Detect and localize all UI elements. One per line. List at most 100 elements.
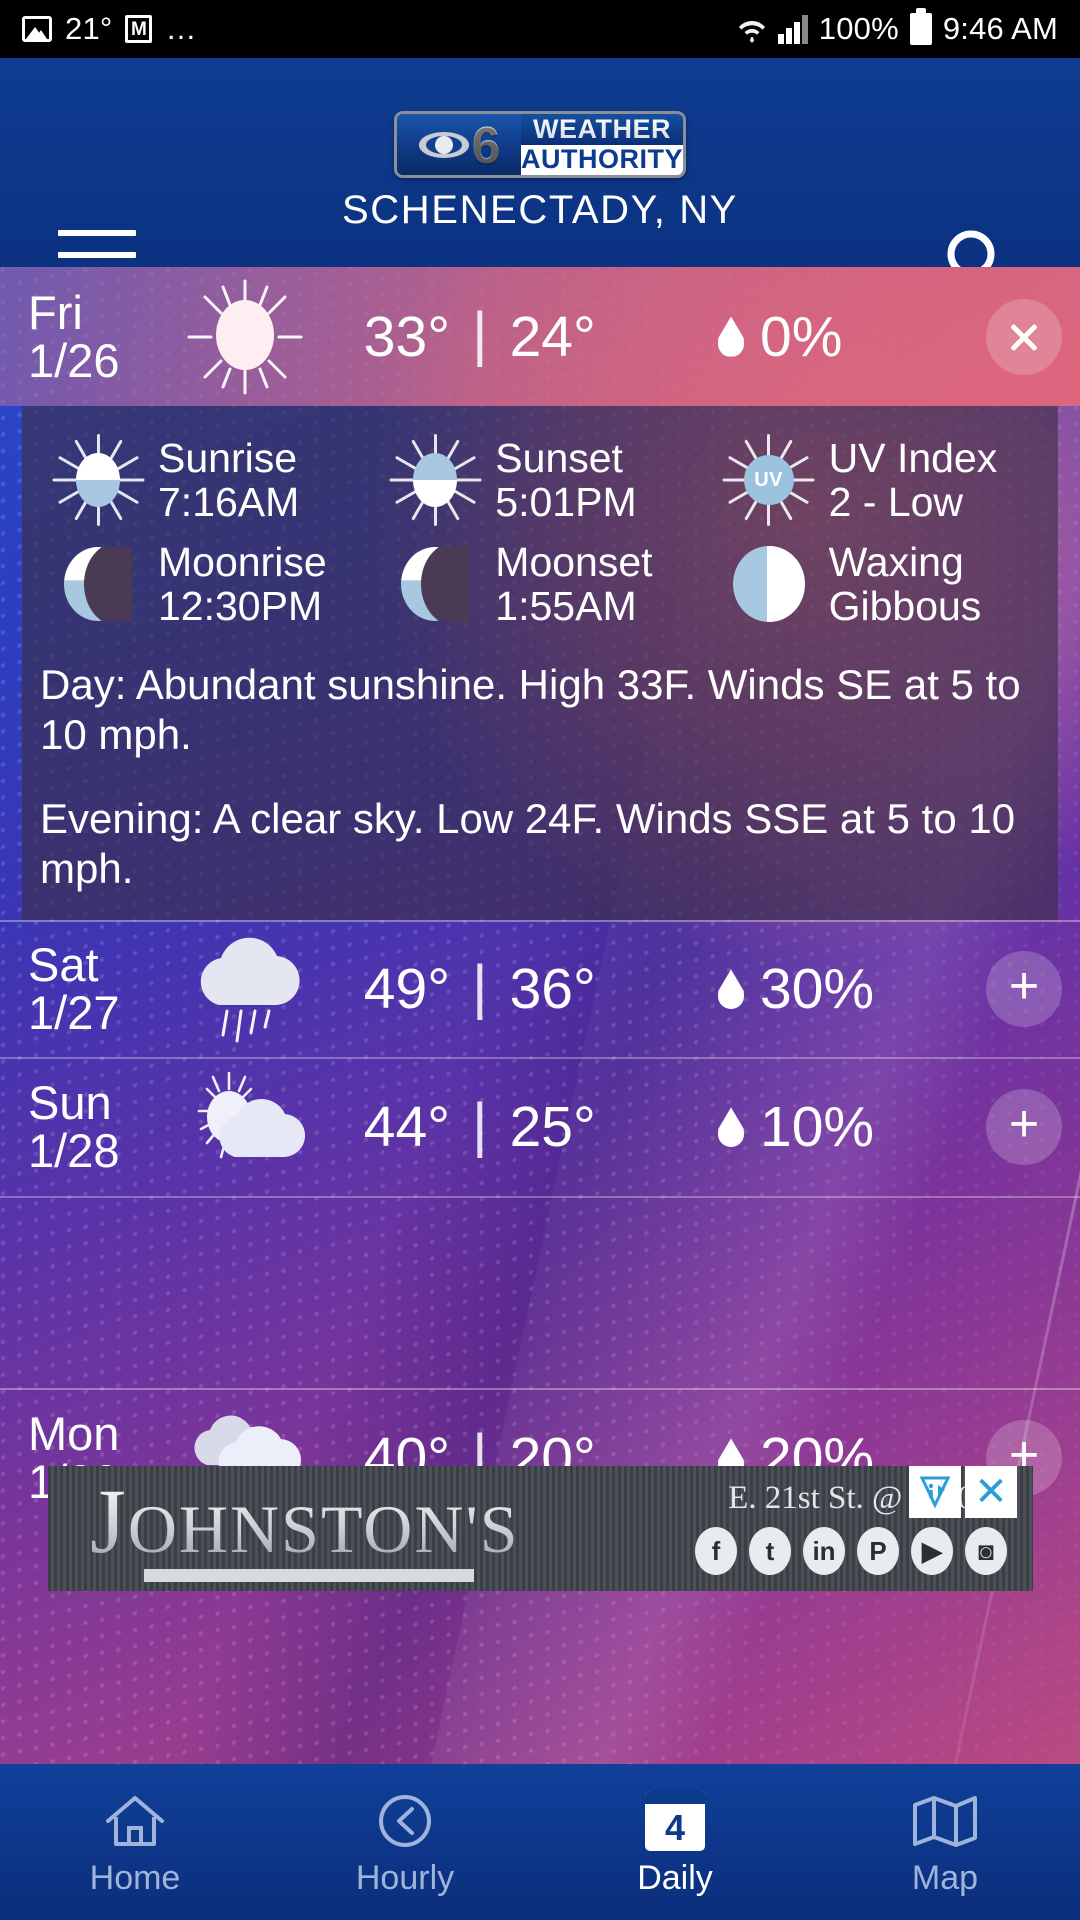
close-icon xyxy=(1007,320,1041,354)
ad-brand-rest: OHNSTON'S xyxy=(127,1491,520,1567)
forecast-day-text: Day: Abundant sunshine. High 33F. Winds … xyxy=(40,661,1021,758)
logo-channel-block: 6 xyxy=(397,114,521,175)
forecast-toggle-wrap xyxy=(968,298,1080,375)
forecast-low: 24° xyxy=(509,304,596,369)
astro-label: Waxing xyxy=(828,538,964,585)
astro-label: Sunset xyxy=(495,434,623,481)
water-drop-icon xyxy=(718,969,744,1009)
temp-separator: | xyxy=(472,1090,488,1158)
astro-text-moonset: Moonset 1:55AM xyxy=(495,539,652,629)
ad-brand-text: JOHNSTON'S xyxy=(90,1475,520,1567)
temp-separator: | xyxy=(472,952,488,1020)
location-label[interactable]: SCHENECTADY, NY xyxy=(0,188,1080,233)
sunset-icon xyxy=(389,434,482,526)
cbs6-weather-authority-logo: 6 WEATHER AUTHORITY xyxy=(394,111,686,178)
more-dots-icon: … xyxy=(165,11,199,47)
gmail-icon xyxy=(125,15,153,43)
forecast-row-sat[interactable]: Sat 1/27 49° | 36° 30% + xyxy=(0,919,1080,1059)
forecast-low: 36° xyxy=(509,957,596,1022)
sunny-icon xyxy=(170,277,320,397)
forecast-date-block: Fri 1/26 xyxy=(0,288,170,387)
home-icon xyxy=(104,1790,166,1852)
app-header: 6 WEATHER AUTHORITY SCHENECTADY, NY xyxy=(0,58,1080,297)
forecast-low: 25° xyxy=(509,1095,596,1160)
forecast-date-block: Sat 1/27 xyxy=(0,941,170,1037)
astro-value: 1:55AM xyxy=(495,583,637,629)
forecast-date-block: Sun 1/28 xyxy=(0,1079,170,1175)
nav-label-hourly: Hourly xyxy=(355,1858,455,1897)
moonset-icon xyxy=(389,538,481,630)
collapse-row-button[interactable] xyxy=(986,298,1062,375)
precip-percent: 30% xyxy=(760,957,875,1022)
advertisement-banner[interactable]: JOHNSTON'S E. 21st St. @ R 50 f t in P ▶… xyxy=(48,1466,1033,1591)
water-drop-icon xyxy=(718,317,744,357)
calendar-day-number: 4 xyxy=(664,1806,686,1848)
astro-cell-sunrise: Sunrise 7:16AM xyxy=(40,428,373,532)
moonrise-icon xyxy=(52,538,144,630)
nav-label-home: Home xyxy=(89,1858,181,1897)
forecast-high: 44° xyxy=(363,1095,450,1160)
forecast-row-sun[interactable]: Sun 1/28 44° | 25° 10% + xyxy=(0,1059,1080,1198)
nav-item-daily[interactable]: 4 Daily xyxy=(540,1764,810,1920)
logo-weather-row: WEATHER xyxy=(521,114,683,145)
forecast-narrative: Day: Abundant sunshine. High 33F. Winds … xyxy=(40,660,1040,894)
forecast-temps: 33° | 24° xyxy=(320,300,718,371)
expand-row-button[interactable]: + xyxy=(986,951,1062,1028)
bottom-navigation[interactable]: Home Hourly 4 Daily Map xyxy=(0,1764,1080,1920)
forecast-toggle-wrap: + xyxy=(968,1089,1080,1166)
clock-label: 9:46 AM xyxy=(942,11,1058,46)
precip-percent: 10% xyxy=(760,1095,875,1160)
nav-item-home[interactable]: Home xyxy=(0,1764,270,1920)
forecast-date: 1/28 xyxy=(28,1124,120,1178)
instagram-icon: ◙ xyxy=(965,1527,1007,1575)
astro-label: UV Index xyxy=(828,434,998,481)
precip-block: 10% xyxy=(718,1094,968,1160)
astro-value: 5:01PM xyxy=(495,479,637,525)
ad-brand-initial: J xyxy=(90,1470,128,1572)
partly-sunny-icon xyxy=(170,1065,320,1190)
ad-brand-logo: JOHNSTON'S xyxy=(90,1475,520,1582)
astro-cell-moonset: Moonset 1:55AM xyxy=(373,532,706,636)
forecast-evening-text: Evening: A clear sky. Low 24F. Winds SSE… xyxy=(40,794,1016,892)
plus-icon: + xyxy=(1008,1095,1040,1154)
astro-cell-sunset: Sunset 5:01PM xyxy=(373,428,706,532)
expand-row-button[interactable]: + xyxy=(986,1089,1062,1166)
uv-icon-label: UV xyxy=(754,468,783,491)
adchoices-icon[interactable] xyxy=(909,1466,961,1518)
forecast-day-name: Sun xyxy=(28,1076,112,1130)
astro-label: Moonrise xyxy=(158,538,327,585)
astro-cell-moon-phase: Waxing Gibbous xyxy=(707,532,1040,636)
nav-item-hourly[interactable]: Hourly xyxy=(270,1764,540,1920)
uv-index-icon: UV xyxy=(722,434,815,526)
cbs-eye-icon xyxy=(418,125,470,165)
forecast-detail-panel: Sunrise 7:16AM Sunset 5:01PM UV UV Index… xyxy=(22,406,1058,920)
astro-label: Sunrise xyxy=(158,434,298,481)
logo-weather-text: WEATHER xyxy=(533,113,671,144)
astro-value: 7:16AM xyxy=(158,479,300,525)
close-ad-icon[interactable]: ✕ xyxy=(965,1466,1017,1518)
forecast-high: 49° xyxy=(363,957,450,1022)
forecast-date: 1/26 xyxy=(28,333,120,387)
water-drop-icon xyxy=(718,1107,744,1147)
logo-authority-row: AUTHORITY xyxy=(521,144,683,175)
astro-value: Gibbous xyxy=(828,583,982,629)
logo-channel-number: 6 xyxy=(471,116,501,175)
linkedin-icon: in xyxy=(803,1527,845,1575)
forecast-temps: 49° | 36° xyxy=(320,952,718,1024)
battery-icon xyxy=(909,8,932,45)
ad-content[interactable]: JOHNSTON'S E. 21st St. @ R 50 f t in P ▶… xyxy=(48,1466,1033,1591)
precip-percent: 0% xyxy=(760,304,843,369)
precip-block: 30% xyxy=(718,956,968,1022)
astro-grid: Sunrise 7:16AM Sunset 5:01PM UV UV Index… xyxy=(40,428,1040,636)
astro-text-uv-index: UV Index 2 - Low xyxy=(828,434,998,524)
astro-text-moonrise: Moonrise 12:30PM xyxy=(158,538,327,628)
battery-percent-label: 100% xyxy=(818,11,899,46)
astro-text-sunrise: Sunrise 7:16AM xyxy=(158,434,300,525)
astro-cell-uv-index: UV UV Index 2 - Low xyxy=(707,428,1040,532)
temp-separator: | xyxy=(472,300,488,367)
nav-label-map: Map xyxy=(911,1858,979,1897)
nav-item-map[interactable]: Map xyxy=(810,1764,1080,1920)
plus-icon: + xyxy=(1008,957,1040,1016)
forecast-row-fri[interactable]: Fri 1/26 33° | 24° 0% xyxy=(0,267,1080,406)
astro-text-sunset: Sunset 5:01PM xyxy=(495,434,637,525)
